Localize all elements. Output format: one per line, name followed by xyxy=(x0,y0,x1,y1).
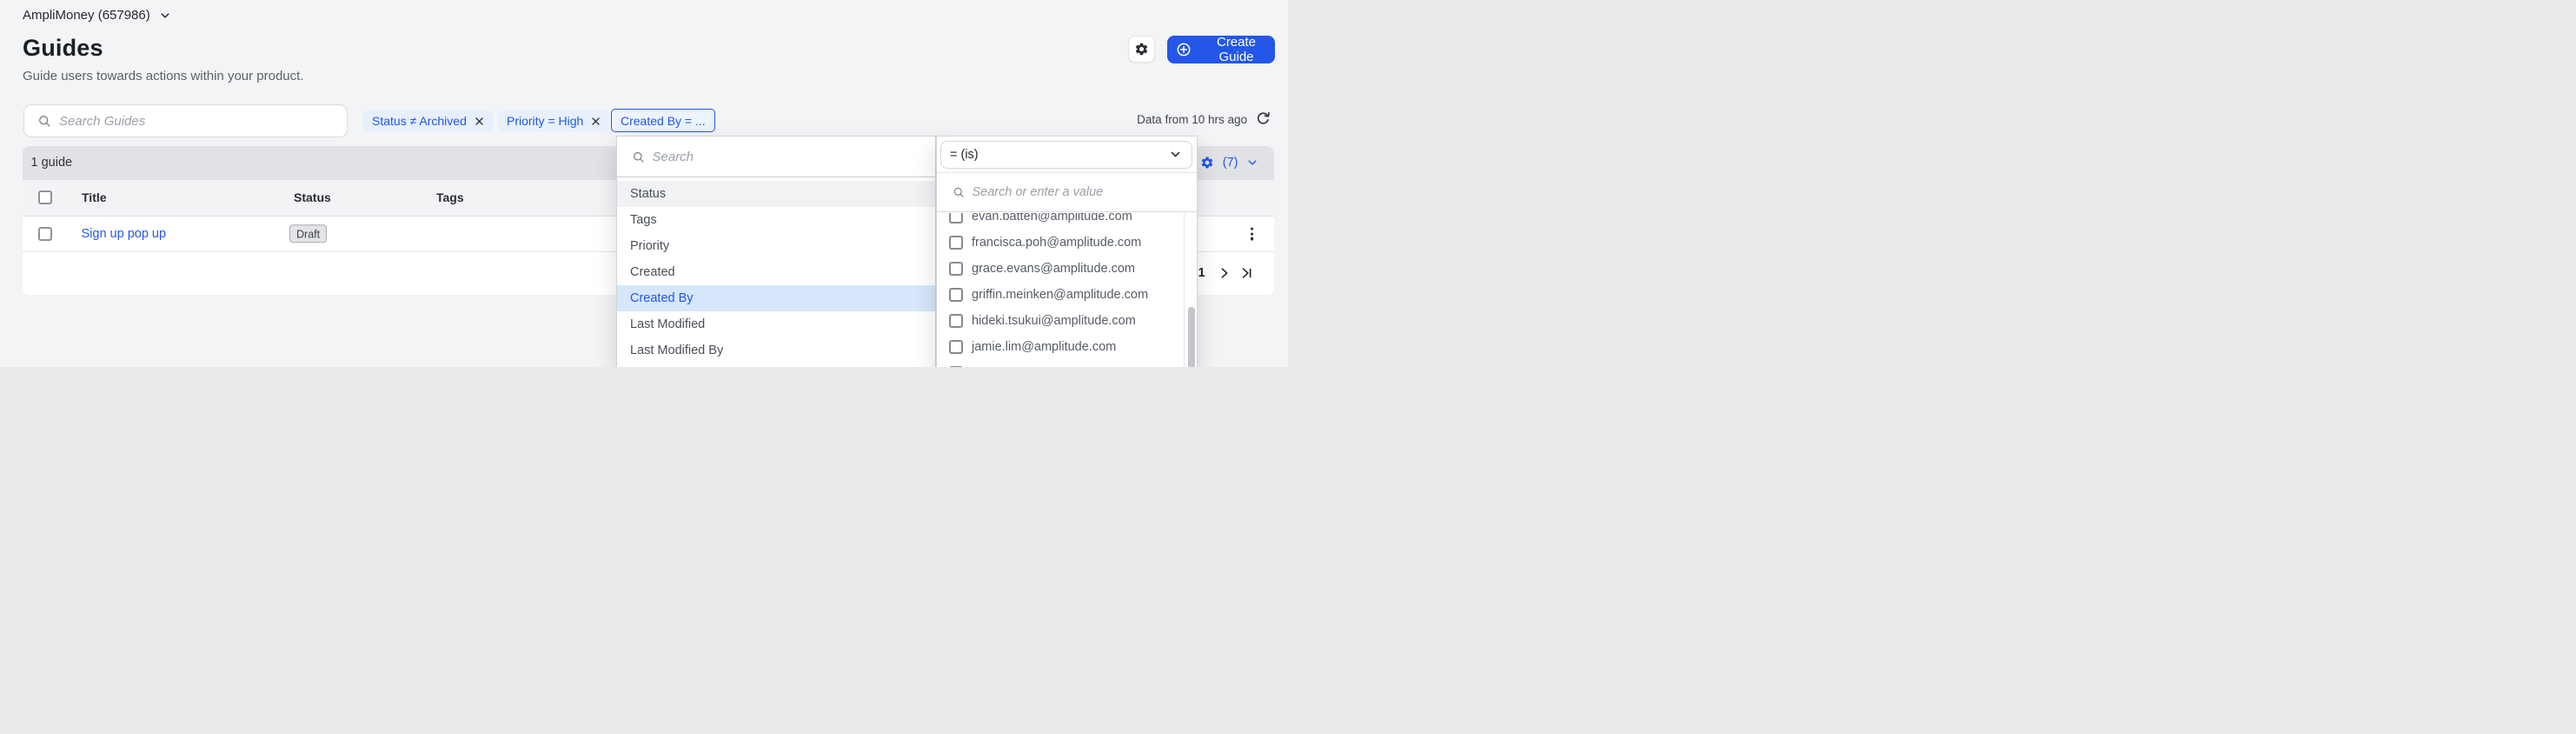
page-title: Guides xyxy=(23,35,103,62)
value-option[interactable]: jamie.lim@amplitude.com xyxy=(937,334,1197,360)
value-option-checkbox[interactable] xyxy=(949,288,963,302)
chevron-down-icon xyxy=(1170,149,1181,160)
filter-chip[interactable]: Created By = ... xyxy=(611,109,715,132)
value-option-checkbox[interactable] xyxy=(949,236,963,250)
remove-filter-icon[interactable] xyxy=(475,117,484,126)
visible-columns-count: (7) xyxy=(1223,156,1238,170)
filter-chip[interactable]: Status ≠ Archived xyxy=(363,110,493,131)
value-option[interactable] xyxy=(937,360,1197,368)
last-page-icon[interactable] xyxy=(1240,267,1253,279)
row-checkbox[interactable] xyxy=(38,227,52,241)
value-option-checkbox[interactable] xyxy=(949,262,963,276)
value-option-label: hideki.tsukui@amplitude.com xyxy=(972,314,1136,328)
data-freshness-label: Data from 10 hrs ago xyxy=(1137,113,1247,126)
guides-settings-button[interactable] xyxy=(1128,36,1155,63)
create-guide-button[interactable]: Create Guide xyxy=(1167,36,1275,63)
guides-page: AmpliMoney (657986) Guides Guide users t… xyxy=(0,0,1288,367)
filter-chip-label: Created By = ... xyxy=(621,114,706,128)
filter-field-option-label: Tags xyxy=(630,213,657,227)
value-option-label: grace.evans@amplitude.com xyxy=(972,262,1135,276)
value-option-checkbox[interactable] xyxy=(949,340,963,354)
filter-chip-label: Priority = High xyxy=(507,114,583,128)
guides-search[interactable] xyxy=(23,104,348,137)
filter-field-option-label: Last Modified xyxy=(630,317,705,331)
value-search[interactable] xyxy=(937,173,1197,212)
next-page-icon[interactable] xyxy=(1218,267,1231,279)
plus-circle-icon xyxy=(1176,42,1192,57)
filter-chip-label: Status ≠ Archived xyxy=(372,114,467,128)
value-option[interactable]: grace.evans@amplitude.com xyxy=(937,256,1197,282)
refresh-icon[interactable] xyxy=(1255,110,1272,128)
filter-field-option-label: Status xyxy=(630,187,666,201)
filter-field-search[interactable] xyxy=(617,137,935,177)
value-option-list: evan.batten@amplitude.com francisca.poh@… xyxy=(937,213,1197,368)
scrollbar-thumb[interactable] xyxy=(1188,307,1195,368)
filter-field-menu: Status Tags Priority Created Created By xyxy=(616,136,936,367)
filter-value-menu: = (is) evan.batten@amplitude.com xyxy=(936,136,1198,367)
value-option[interactable]: hideki.tsukui@amplitude.com xyxy=(937,308,1197,334)
page-number[interactable]: 1 xyxy=(1198,266,1205,280)
filter-field-option[interactable]: Created By xyxy=(617,285,935,311)
operator-value: = (is) xyxy=(950,148,979,162)
row-actions-kebab-icon[interactable] xyxy=(1247,224,1257,244)
select-all-checkbox[interactable] xyxy=(38,190,52,204)
filter-field-option-label: Priority xyxy=(630,239,669,253)
value-option-label: jamie.lim@amplitude.com xyxy=(972,340,1116,354)
value-option-checkbox[interactable] xyxy=(949,213,963,224)
remove-filter-icon[interactable] xyxy=(591,117,601,126)
value-option-checkbox[interactable] xyxy=(949,314,963,328)
gear-icon xyxy=(1200,156,1214,170)
chevron-down-icon xyxy=(1247,157,1258,168)
filter-field-search-input[interactable] xyxy=(653,150,935,164)
column-header-title: Title xyxy=(82,190,107,204)
create-guide-label: Create Guide xyxy=(1198,35,1275,64)
value-search-input[interactable] xyxy=(973,185,1197,199)
value-option-label: evan.batten@amplitude.com xyxy=(972,213,1132,224)
filter-field-list: Status Tags Priority Created Created By xyxy=(617,177,935,364)
value-option-checkbox[interactable] xyxy=(949,366,963,368)
guides-search-input[interactable] xyxy=(59,114,347,129)
column-header-tags: Tags xyxy=(436,190,464,204)
project-label: AmpliMoney (657986) xyxy=(23,8,150,23)
scrollbar-track xyxy=(1184,213,1185,368)
filter-field-option-label: Created xyxy=(630,265,675,279)
gear-icon xyxy=(1134,42,1149,57)
status-badge: Draft xyxy=(289,224,327,244)
filter-field-option-label: Created By xyxy=(630,291,694,305)
guide-count: 1 guide xyxy=(31,156,73,170)
column-header-status: Status xyxy=(294,190,331,204)
filter-field-option[interactable]: Status xyxy=(617,181,935,207)
value-option-label: griffin.meinken@amplitude.com xyxy=(972,288,1148,302)
filter-field-option[interactable]: Last Modified xyxy=(617,311,935,337)
column-settings-button[interactable]: (7) xyxy=(1200,146,1258,180)
value-option-label: francisca.poh@amplitude.com xyxy=(972,236,1141,250)
operator-select[interactable]: = (is) xyxy=(940,141,1192,169)
filter-chip[interactable]: Priority = High xyxy=(498,110,609,131)
value-option[interactable]: griffin.meinken@amplitude.com xyxy=(937,282,1197,308)
page-subtitle: Guide users towards actions within your … xyxy=(23,69,304,83)
project-selector[interactable]: AmpliMoney (657986) xyxy=(23,8,170,23)
search-icon xyxy=(632,150,645,163)
filter-field-option[interactable]: Priority xyxy=(617,233,935,259)
filter-field-option[interactable]: Created xyxy=(617,259,935,285)
chevron-down-icon xyxy=(160,10,170,21)
filter-field-option[interactable]: Last Modified By xyxy=(617,337,935,364)
value-option[interactable]: evan.batten@amplitude.com xyxy=(937,213,1197,230)
search-icon xyxy=(953,186,965,198)
filter-field-option[interactable]: Tags xyxy=(617,207,935,233)
value-option[interactable]: francisca.poh@amplitude.com xyxy=(937,230,1197,256)
search-icon xyxy=(37,114,51,128)
filter-field-option-label: Last Modified By xyxy=(630,344,723,357)
guide-title-link[interactable]: Sign up pop up xyxy=(82,227,167,241)
